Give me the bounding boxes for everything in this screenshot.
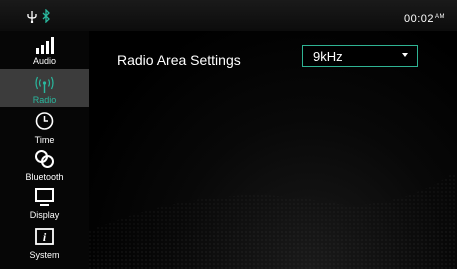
radio-area-select-value: 9kHz <box>313 49 343 64</box>
sidebar-item-label: Radio <box>32 95 57 105</box>
sidebar-item-radio[interactable]: Radio <box>0 69 89 107</box>
chevron-down-icon <box>402 53 408 57</box>
radio-area-settings-label: Radio Area Settings <box>117 52 241 68</box>
radio-area-select[interactable]: 9kHz <box>302 45 418 67</box>
sidebar-item-time[interactable]: Time <box>0 110 89 148</box>
settings-sidebar: Audio Radio Time Bluetooth Display i Sys… <box>0 31 89 269</box>
bluetooth-icon <box>42 9 50 23</box>
svg-text:i: i <box>43 230 47 244</box>
info-icon: i <box>35 228 54 245</box>
clock-icon <box>35 112 54 130</box>
sidebar-item-bluetooth[interactable]: Bluetooth <box>0 147 89 185</box>
sidebar-item-label: System <box>29 250 60 260</box>
sidebar-item-label: Display <box>29 210 60 220</box>
sidebar-item-label: Time <box>34 135 55 145</box>
radio-antenna-icon <box>35 76 54 93</box>
sidebar-item-label: Audio <box>32 56 57 66</box>
sidebar-item-label: Bluetooth <box>25 172 64 182</box>
usb-icon <box>27 11 37 23</box>
sidebar-item-display[interactable]: Display <box>0 185 89 223</box>
settings-panel: Radio Area Settings 9kHz <box>89 31 457 269</box>
clock-time: 00:02 <box>403 13 434 25</box>
bluetooth-link-icon <box>35 150 54 168</box>
status-bar: 00:02AM <box>0 0 457 31</box>
monitor-icon <box>35 188 54 206</box>
audio-bars-icon <box>36 37 54 54</box>
clock: 00:02AM <box>404 13 445 25</box>
sidebar-item-audio[interactable]: Audio <box>0 31 89 69</box>
sidebar-item-system[interactable]: i System <box>0 223 89 261</box>
clock-ampm: AM <box>435 14 445 20</box>
